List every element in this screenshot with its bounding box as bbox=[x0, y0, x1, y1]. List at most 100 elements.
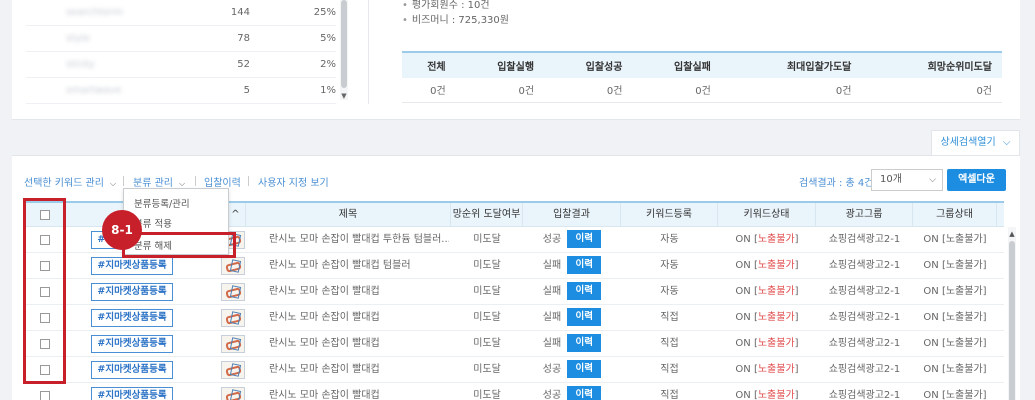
table-row[interactable]: #지마켓상품등록 란시노 모마 손잡이 빨대컵 미도달 실패 이력 직접 ON [… bbox=[24, 331, 1004, 357]
category-manage-menu[interactable]: 분류 관리 ⌵ bbox=[133, 174, 185, 189]
status-on: ON [ bbox=[735, 390, 758, 400]
status-on: ON [ bbox=[735, 286, 758, 297]
product-thumbnail[interactable] bbox=[221, 257, 245, 275]
title-cell: 란시노 모마 손잡이 빨대컵 bbox=[269, 364, 380, 375]
group-status-cell: ON [노출불가] bbox=[923, 338, 987, 349]
product-thumbnail[interactable] bbox=[221, 283, 245, 301]
gmarket-register-button[interactable]: #지마켓상품등록 bbox=[91, 257, 173, 275]
page-size-select[interactable]: 10개 ⌵ bbox=[871, 169, 943, 191]
kw-register-cell: 자동 bbox=[660, 234, 679, 245]
product-thumbnail[interactable] bbox=[221, 387, 245, 400]
ad-group-cell: 쇼핑검색광고2-1 bbox=[828, 234, 901, 245]
toolbar-separator bbox=[248, 176, 249, 186]
history-button[interactable]: 이력 bbox=[567, 230, 602, 248]
status-on: ON [ bbox=[735, 260, 758, 271]
gmarket-register-button[interactable]: #지마켓상품등록 bbox=[91, 309, 173, 327]
rank-cell: 미도달 bbox=[473, 364, 501, 375]
table-row[interactable]: #지마켓상품등록 란시노 모마 손잡이 빨대컵 미도달 성공 이력 직접 ON [… bbox=[24, 357, 1004, 383]
keyword-percent: 2% bbox=[320, 59, 336, 70]
title-cell: 란시노 모마 손잡이 빨대컵 텀블러 bbox=[269, 260, 411, 271]
scrollbar-thumb[interactable] bbox=[1009, 241, 1015, 400]
bid-result-label: 성공 bbox=[542, 234, 562, 245]
history-button[interactable]: 이력 bbox=[567, 308, 602, 326]
excel-download-button[interactable]: 엑셀다운 bbox=[947, 169, 1006, 191]
toolbar-separator bbox=[123, 176, 124, 186]
keyword-summary-row[interactable]: sticky 52 2% bbox=[26, 52, 336, 78]
dropdown-item-category-register[interactable]: 분류등록/관리 bbox=[134, 196, 190, 210]
status-bracket: ] bbox=[794, 234, 799, 245]
user-view-link[interactable]: 사용자 지정 보기 bbox=[258, 174, 329, 189]
selected-keyword-manage-menu[interactable]: 선택한 키워드 관리 ⌵ bbox=[24, 174, 116, 189]
rank-cell: 미도달 bbox=[473, 286, 501, 297]
register-cell: #지마켓상품등록 bbox=[66, 331, 198, 356]
step-badge: 8-1 bbox=[102, 210, 142, 250]
group-status-cell: ON [노출불가] bbox=[923, 286, 987, 297]
top-summary-panel: searchterm 144 25% style 78 5% sticky 52… bbox=[12, 0, 1020, 120]
table-row[interactable]: #지마켓상품등록 란시노 모마 손잡이 빨대컵 미도달 성공 이력 직접 ON [… bbox=[24, 383, 1004, 400]
chevron-down-icon: ⌵ bbox=[109, 179, 117, 188]
rank-cell: 미도달 bbox=[473, 234, 501, 245]
rank-cell: 미도달 bbox=[473, 312, 501, 323]
status-unavailable: 노출불가 bbox=[757, 312, 795, 323]
menu-label: 선택한 키워드 관리 bbox=[24, 178, 104, 189]
table-row[interactable]: #지마켓상품등록 란시노 모마 손잡이 빨대컵 미도달 실패 이력 직접 ON [… bbox=[24, 305, 1004, 331]
scroll-down-arrow-icon[interactable]: ▼ bbox=[340, 92, 348, 100]
bid-result-label: 실패 bbox=[542, 286, 562, 297]
gmarket-register-button[interactable]: #지마켓상품등록 bbox=[91, 387, 173, 400]
header-bid-result: 입찰결과 bbox=[523, 203, 621, 227]
scroll-up-arrow-icon[interactable]: ▲ bbox=[1008, 230, 1016, 238]
title-cell: 란시노 모마 손잡이 빨대컵 bbox=[269, 390, 380, 400]
grid-scrollbar[interactable]: ▲ bbox=[1008, 227, 1016, 400]
scrollbar-thumb[interactable] bbox=[341, 0, 347, 88]
detail-search-toggle[interactable]: 상세검색열기 ⌵ bbox=[931, 130, 1020, 156]
keyword-percent: 25% bbox=[313, 7, 336, 18]
toolbar-separator bbox=[195, 176, 196, 186]
keyword-name-blurred: sticky bbox=[66, 59, 95, 70]
status-bracket: ] bbox=[794, 390, 799, 400]
keyword-table-scrollbar[interactable]: ▼ bbox=[340, 0, 348, 100]
gmarket-register-button[interactable]: #지마켓상품등록 bbox=[91, 335, 173, 353]
bid-result-label: 성공 bbox=[542, 390, 562, 400]
status-unavailable: 노출불가 bbox=[757, 364, 795, 375]
register-cell: #지마켓상품등록 bbox=[66, 357, 198, 382]
gmarket-register-button[interactable]: #지마켓상품등록 bbox=[91, 283, 173, 301]
keyword-percent: 1% bbox=[320, 85, 336, 96]
product-thumbnail[interactable] bbox=[221, 309, 245, 327]
product-thumbnail[interactable] bbox=[221, 335, 245, 353]
keyword-summary-row[interactable]: smartwave 5 1% bbox=[26, 78, 336, 104]
keyword-count: 78 bbox=[237, 33, 250, 44]
history-button[interactable]: 이력 bbox=[567, 282, 602, 300]
rank-cell: 미도달 bbox=[473, 260, 501, 271]
bid-history-link[interactable]: 입찰이력 bbox=[204, 174, 241, 189]
history-button[interactable]: 이력 bbox=[567, 334, 602, 352]
history-button[interactable]: 이력 bbox=[567, 386, 602, 400]
status-on: ON [ bbox=[735, 312, 758, 323]
register-cell: #지마켓상품등록 bbox=[66, 305, 198, 330]
group-status-cell: ON [노출불가] bbox=[923, 390, 987, 400]
row-checkbox[interactable] bbox=[40, 391, 50, 400]
bid-value: 0건 bbox=[402, 78, 456, 103]
kw-status-cell: ON [노출불가] bbox=[718, 227, 816, 252]
highlight-checkbox-column bbox=[23, 198, 66, 384]
kw-register-cell: 직접 bbox=[660, 338, 679, 349]
title-cell: 란시노 모마 손잡이 빨대컵 bbox=[269, 338, 380, 349]
kw-status-cell: ON [노출불가] bbox=[718, 357, 816, 382]
detail-search-label: 상세검색열기 bbox=[940, 137, 996, 148]
register-cell: #지마켓상품등록 bbox=[66, 279, 198, 304]
header-kw-register: 키워드등록 bbox=[621, 203, 718, 227]
history-button[interactable]: 이력 bbox=[567, 256, 602, 274]
sort-up-icon: ^ bbox=[231, 209, 240, 220]
history-button[interactable]: 이력 bbox=[567, 360, 602, 378]
keyword-name-blurred: smartwave bbox=[66, 85, 122, 96]
title-cell: 란시노 모마 손잡이 빨대컵 투한듐 텀블러... bbox=[269, 234, 449, 245]
keyword-summary-row[interactable]: searchterm 144 25% bbox=[26, 0, 336, 26]
gmarket-register-button[interactable]: #지마켓상품등록 bbox=[91, 361, 173, 379]
row-checkbox-cell bbox=[24, 383, 66, 400]
stat-bizmoney: • 비즈머니 : 725,330원 bbox=[402, 15, 509, 26]
product-thumbnail[interactable] bbox=[221, 361, 245, 379]
header-rank-reached: 망순위 도달여부 bbox=[451, 203, 523, 227]
keyword-percent: 5% bbox=[320, 33, 336, 44]
bid-result-label: 실패 bbox=[542, 260, 562, 271]
keyword-summary-row[interactable]: style 78 5% bbox=[26, 26, 336, 52]
table-row[interactable]: #지마켓상품등록 란시노 모마 손잡이 빨대컵 미도달 실패 이력 자동 ON [… bbox=[24, 279, 1004, 305]
